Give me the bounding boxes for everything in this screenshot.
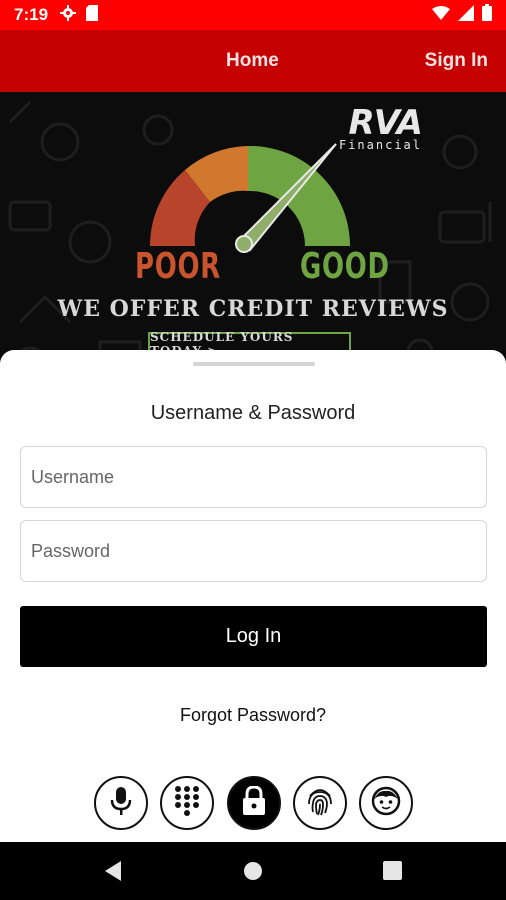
- microphone-icon: [109, 786, 133, 821]
- recents-icon[interactable]: [383, 861, 402, 885]
- sd-card-icon: [86, 4, 99, 26]
- wifi-icon: [432, 5, 450, 25]
- lock-icon: [241, 784, 267, 821]
- face-auth-button[interactable]: [359, 776, 413, 830]
- forgot-password-link[interactable]: Forgot Password?: [0, 705, 506, 726]
- back-icon[interactable]: [103, 860, 123, 887]
- sheet-drag-handle[interactable]: [193, 362, 315, 366]
- system-nav-bar: [0, 842, 506, 900]
- home-icon[interactable]: [243, 861, 263, 886]
- logo-main-text: RVA: [348, 103, 424, 143]
- status-time: 7:19: [14, 5, 49, 24]
- nav-home-link[interactable]: Home: [226, 50, 279, 72]
- login-button[interactable]: Log In: [20, 606, 487, 667]
- logo-sub-text: Financial: [338, 138, 422, 152]
- auth-method-row: [0, 776, 506, 832]
- gauge-poor-label: POOR: [135, 246, 221, 287]
- status-bar: 7:19: [0, 0, 506, 30]
- app-bar: Home Sign In: [0, 30, 506, 92]
- login-sheet: Username & Password Log In Forgot Passwo…: [0, 350, 506, 842]
- gauge-good-label: GOOD: [300, 246, 390, 287]
- keypad-icon: [174, 785, 200, 822]
- face-icon: [371, 786, 401, 821]
- login-title: Username & Password: [150, 402, 356, 424]
- fingerprint-auth-button[interactable]: [293, 776, 347, 830]
- banner-headline: WE OFFER CREDIT REVIEWS: [57, 296, 449, 322]
- pin-auth-button[interactable]: [160, 776, 214, 830]
- battery-icon: [482, 4, 492, 26]
- fingerprint-icon: [306, 786, 334, 821]
- gear-icon: [60, 4, 77, 26]
- signal-icon: [458, 4, 474, 26]
- voice-auth-button[interactable]: [94, 776, 148, 830]
- password-input[interactable]: [20, 520, 487, 582]
- password-auth-button[interactable]: [227, 776, 281, 830]
- username-input[interactable]: [20, 446, 487, 508]
- nav-signin-link[interactable]: Sign In: [425, 50, 488, 72]
- promo-banner[interactable]: RVA Financial POOR GOOD WE OFFER CREDIT …: [0, 92, 506, 372]
- rva-logo: RVA Financial: [338, 103, 424, 152]
